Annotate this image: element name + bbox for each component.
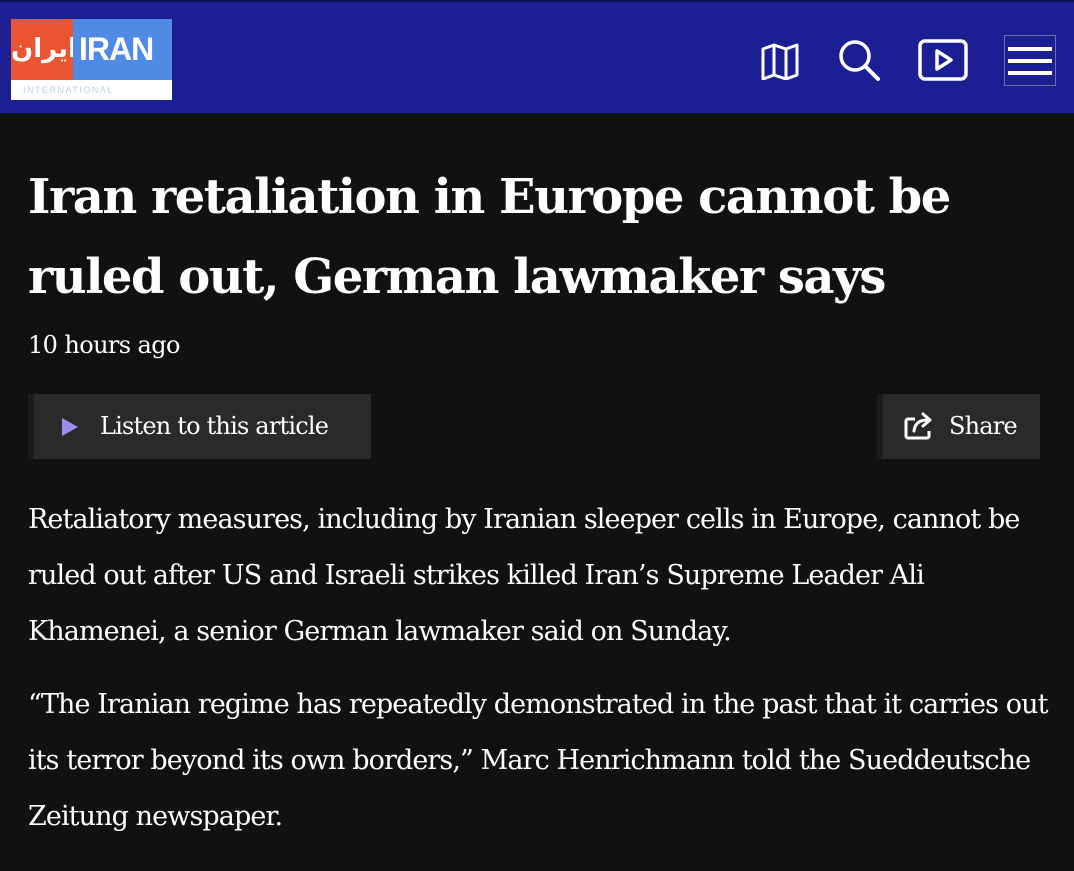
menu-button[interactable] — [1004, 35, 1056, 86]
menu-icon — [1008, 46, 1052, 75]
logo-farsi-text: ایران — [11, 19, 77, 80]
article-headline: Iran retaliation in Europe cannot be rul… — [28, 169, 951, 305]
article-paragraph: Retaliatory measures, including by Irani… — [28, 504, 1020, 647]
listen-button[interactable]: Listen to this article — [28, 394, 371, 459]
share-icon — [904, 412, 932, 440]
map-button[interactable] — [757, 40, 803, 82]
search-icon — [839, 40, 880, 81]
listen-button-label: Listen to this article — [100, 412, 329, 440]
map-icon — [761, 43, 799, 80]
share-button[interactable]: Share — [877, 394, 1040, 459]
article-timestamp: 10 hours ago — [28, 331, 180, 359]
logo-subtitle: INTERNATIONAL — [23, 85, 114, 95]
share-button-label: Share — [949, 412, 1018, 440]
play-icon — [62, 418, 78, 436]
logo-latin-text: IRAN — [73, 19, 172, 80]
article-paragraph: “The Iranian regime has repeatedly demon… — [28, 689, 1048, 832]
iran-international-logo[interactable]: ایران IRAN INTERNATIONAL — [11, 19, 172, 100]
top-navigation-bar: ایران IRAN INTERNATIONAL — [0, 0, 1074, 113]
search-button[interactable] — [836, 37, 882, 83]
video-button[interactable] — [916, 36, 970, 84]
video-icon — [918, 39, 968, 81]
